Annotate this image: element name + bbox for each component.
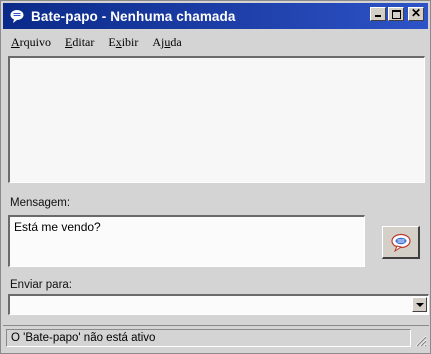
menu-bar: Arquivo Editar Exibir Ajuda: [11, 35, 196, 51]
menu-arquivo-label: rquivo: [19, 35, 52, 49]
send-button[interactable]: [382, 226, 420, 259]
menu-editar-label: ditar: [72, 35, 95, 49]
close-icon: ✕: [410, 6, 422, 20]
chat-bubble-icon: [390, 233, 411, 252]
menu-ajuda-prefix: Aj: [152, 35, 165, 49]
message-input[interactable]: Está me vendo?: [8, 215, 365, 267]
menu-arquivo-mnemonic: A: [11, 35, 20, 49]
maximize-icon: [392, 10, 401, 19]
close-button[interactable]: ✕: [408, 6, 424, 21]
minimize-button[interactable]: [370, 7, 386, 21]
title-bar[interactable]: Bate-papo - Nenhuma chamada ✕: [3, 3, 428, 29]
chevron-down-icon[interactable]: [412, 297, 427, 312]
window-title: Bate-papo - Nenhuma chamada: [31, 8, 236, 24]
send-to-label: Enviar para:: [10, 279, 73, 291]
status-bar: O 'Bate-papo' não está ativo: [3, 325, 429, 349]
send-to-dropdown[interactable]: [8, 294, 429, 315]
menu-arquivo[interactable]: Arquivo: [11, 35, 51, 51]
menu-exibir[interactable]: Exibir: [108, 35, 138, 51]
window-controls: ✕: [370, 6, 424, 21]
minimize-icon: [375, 15, 381, 17]
menu-editar[interactable]: Editar: [65, 35, 94, 51]
message-label: Mensagem:: [10, 197, 71, 209]
menu-exibir-label: ibir: [121, 35, 139, 49]
status-text: O 'Bate-papo' não está ativo: [6, 329, 411, 347]
chat-app-icon: [9, 9, 25, 23]
chat-history[interactable]: [8, 56, 425, 183]
resize-grip-icon[interactable]: [415, 335, 427, 347]
menu-exibir-prefix: E: [108, 35, 116, 49]
maximize-button[interactable]: [388, 7, 404, 21]
menu-ajuda[interactable]: Ajuda: [152, 35, 181, 51]
chat-window: Bate-papo - Nenhuma chamada ✕ Arquivo Ed…: [0, 0, 431, 354]
menu-ajuda-label: da: [170, 35, 182, 49]
